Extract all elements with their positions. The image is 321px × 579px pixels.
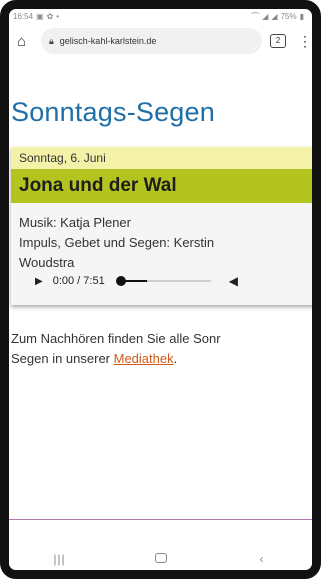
status-time: 16:54	[13, 11, 34, 21]
status-bar: 16:54 ▣ ✿ • ⌒ ◢ ◢ 75% ▮	[9, 9, 312, 23]
volume-icon[interactable]: ◀	[229, 274, 238, 288]
paragraph-line-2: Segen in unserer Mediathek.	[11, 349, 312, 369]
audio-player: ▶ 0:00 / 7:51 ◀	[19, 269, 312, 293]
audio-seek-thumb[interactable]	[115, 276, 126, 286]
url-text: gelisch-kahl-karlstein.de	[59, 36, 157, 46]
signal-icon: ◢	[262, 11, 269, 21]
audio-time: 0:00 / 7:51	[52, 275, 105, 287]
page-content: Sonntags-Segen Sonntag, 6. Juni Jona und…	[9, 59, 312, 539]
mediathek-link[interactable]: Mediathek	[114, 351, 174, 366]
browser-toolbar: ⌂ 🔒︎ gelisch-kahl-karlstein.de 2 ⋮	[9, 23, 312, 59]
paragraph-period: .	[173, 351, 178, 366]
gallery-notification-icon: ▣	[36, 11, 44, 21]
paragraph-line-1: Zum Nachhören finden Sie alle Sonr	[11, 331, 221, 346]
paragraph-text: Segen in unserer	[11, 351, 114, 366]
wifi-icon: ⌒	[251, 11, 260, 21]
credit-line: Impuls, Gebet und Segen: Kerstin	[19, 235, 215, 250]
more-notifications-icon: •	[56, 11, 60, 21]
back-icon[interactable]: ‹	[242, 552, 282, 566]
battery-percent: 75%	[280, 11, 297, 21]
address-bar[interactable]: 🔒︎ gelisch-kahl-karlstein.de	[41, 28, 262, 54]
tabs-icon[interactable]: 2	[270, 34, 286, 48]
mediathek-paragraph: Zum Nachhören finden Sie alle Sonr Segen…	[11, 329, 312, 369]
home-icon[interactable]: ⌂	[17, 33, 37, 50]
credit-line: Musik: Katja Plener	[19, 215, 131, 230]
section-divider	[9, 519, 312, 520]
settings-notification-icon: ✿	[46, 11, 54, 21]
episode-card: Sonntag, 6. Juni Jona und der Wal Musik:…	[11, 147, 312, 305]
lock-icon: 🔒︎	[49, 35, 54, 46]
audio-seek-bar[interactable]	[115, 276, 211, 286]
recents-icon[interactable]: |||	[40, 552, 80, 566]
play-icon[interactable]: ▶	[35, 276, 43, 287]
battery-icon: ▮	[299, 11, 304, 21]
page-title: Sonntags-Segen	[11, 97, 215, 127]
nav-home-icon[interactable]	[141, 552, 181, 566]
overflow-menu-icon[interactable]: ⋮	[298, 33, 312, 50]
phone-frame: 16:54 ▣ ✿ • ⌒ ◢ ◢ 75% ▮ ⌂ 🔒︎ gelisch-kah…	[0, 0, 321, 579]
episode-credits: Musik: Katja Plener Impuls, Gebet und Se…	[19, 213, 312, 273]
signal-icon-2: ◢	[271, 11, 278, 21]
episode-title: Jona und der Wal	[11, 169, 312, 203]
android-nav-bar: ||| ‹	[9, 539, 312, 570]
episode-date: Sonntag, 6. Juni	[11, 147, 312, 169]
